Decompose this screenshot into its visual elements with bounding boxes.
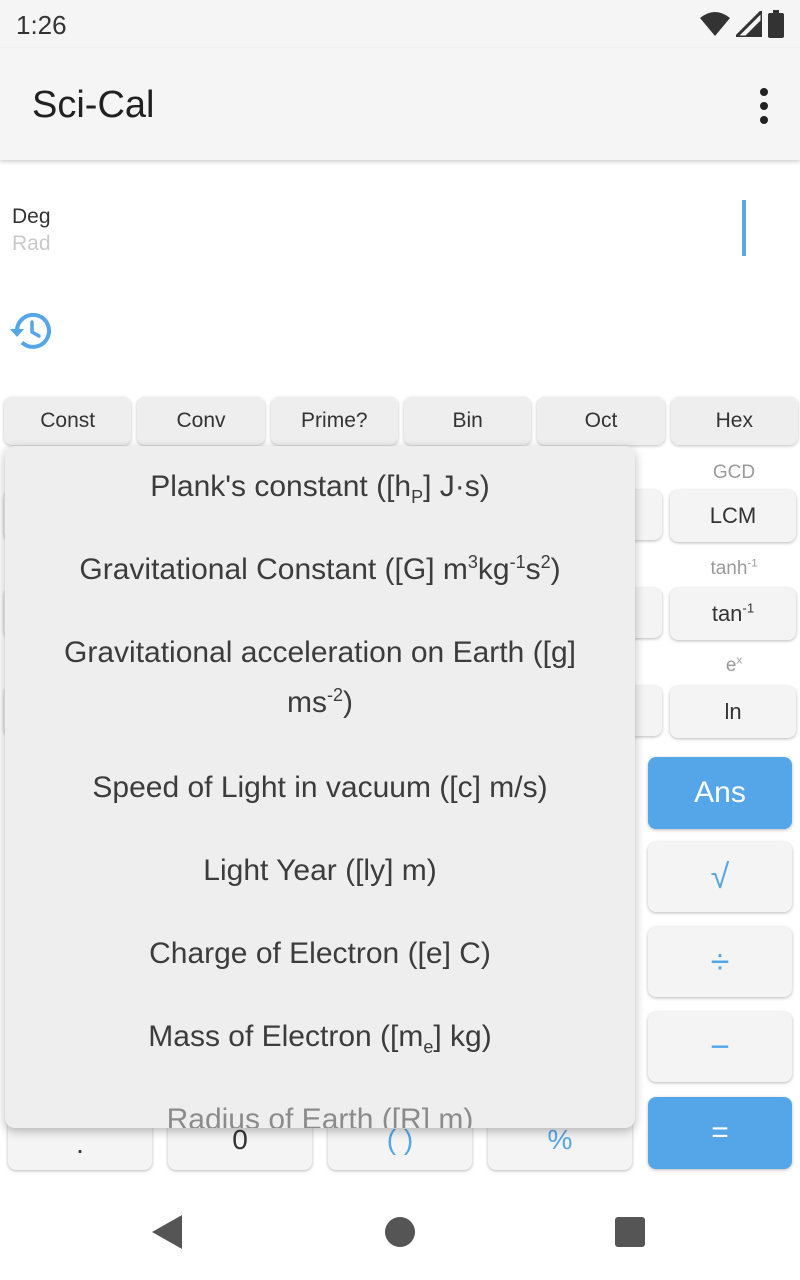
- constants-menu: Plank's constant ([hP] J·s) Gravitationa…: [5, 446, 635, 1128]
- recents-icon[interactable]: [615, 1217, 645, 1247]
- exp-label: ex: [725, 654, 743, 676]
- tanh-inverse-label: tanh-1: [710, 557, 758, 579]
- menu-item-light-year[interactable]: Light Year ([ly] m): [5, 830, 635, 913]
- menu-item-electron-charge[interactable]: Charge of Electron ([e] C): [5, 913, 635, 996]
- menu-item-earth-radius[interactable]: Radius of Earth ([R] m): [5, 1079, 635, 1128]
- menu-item-plank[interactable]: Plank's constant ([hP] J·s): [5, 446, 635, 529]
- text-cursor: [742, 200, 746, 256]
- home-icon[interactable]: [385, 1217, 415, 1247]
- status-icons: [700, 10, 784, 38]
- prime-button[interactable]: Prime?: [270, 397, 398, 445]
- mode-rad[interactable]: Rad: [12, 232, 51, 256]
- overflow-dot: [760, 102, 768, 110]
- ans-label: Ans: [694, 776, 746, 809]
- menu-item-gravitational-acceleration[interactable]: Gravitational acceleration on Earth ([g]…: [5, 612, 635, 747]
- overflow-menu-icon[interactable]: [754, 84, 774, 128]
- percent-label: %: [547, 1124, 573, 1155]
- back-icon[interactable]: [152, 1215, 182, 1249]
- oct-button[interactable]: Oct: [537, 397, 665, 445]
- ln-label: ln: [724, 699, 742, 724]
- tan-inverse-button[interactable]: tan-1: [670, 588, 796, 640]
- zero-label: 0: [232, 1124, 248, 1155]
- status-bar: 1:26: [0, 0, 800, 48]
- lcm-button[interactable]: LCM: [670, 490, 796, 542]
- app-title: Sci-Cal: [32, 84, 155, 126]
- conv-button[interactable]: Conv: [137, 397, 265, 445]
- signal-icon: [736, 11, 762, 37]
- divide-button[interactable]: ÷: [648, 927, 792, 997]
- tan-inverse-label: tan-1: [711, 600, 755, 626]
- status-time: 1:26: [16, 10, 67, 40]
- ln-button[interactable]: ln: [670, 686, 796, 738]
- overflow-dot: [760, 88, 768, 96]
- menu-item-speed-of-light[interactable]: Speed of Light in vacuum ([c] m/s): [5, 747, 635, 830]
- mode-deg[interactable]: Deg: [12, 205, 51, 229]
- sqrt-label: √: [710, 857, 730, 896]
- equals-label: =: [711, 1116, 729, 1149]
- overflow-dot: [760, 116, 768, 124]
- menu-item-gravitational-constant[interactable]: Gravitational Constant ([G] m3kg-1s2): [5, 529, 635, 612]
- menu-item-electron-mass[interactable]: Mass of Electron ([me] kg): [5, 996, 635, 1079]
- wifi-icon: [700, 12, 730, 36]
- ans-button[interactable]: Ans: [648, 757, 792, 829]
- equals-button[interactable]: =: [648, 1097, 792, 1169]
- app-bar: Sci-Cal: [0, 48, 800, 160]
- decimal-label: .: [76, 1128, 84, 1159]
- hex-button[interactable]: Hex: [670, 397, 798, 445]
- navigation-bar: [0, 1185, 800, 1280]
- history-icon[interactable]: [8, 308, 54, 354]
- const-button[interactable]: Const: [4, 397, 132, 445]
- gcd-label: GCD: [712, 462, 756, 483]
- divide-label: ÷: [710, 942, 730, 981]
- parentheses-label: ( ): [386, 1124, 414, 1155]
- function-row: Const Conv Prime? Bin Oct Hex: [4, 397, 798, 445]
- minus-label: −: [710, 1027, 730, 1066]
- bin-button[interactable]: Bin: [403, 397, 532, 445]
- sqrt-button[interactable]: √: [648, 842, 792, 912]
- battery-icon: [768, 10, 784, 38]
- minus-button[interactable]: −: [648, 1012, 792, 1082]
- lcm-label: LCM: [709, 503, 757, 528]
